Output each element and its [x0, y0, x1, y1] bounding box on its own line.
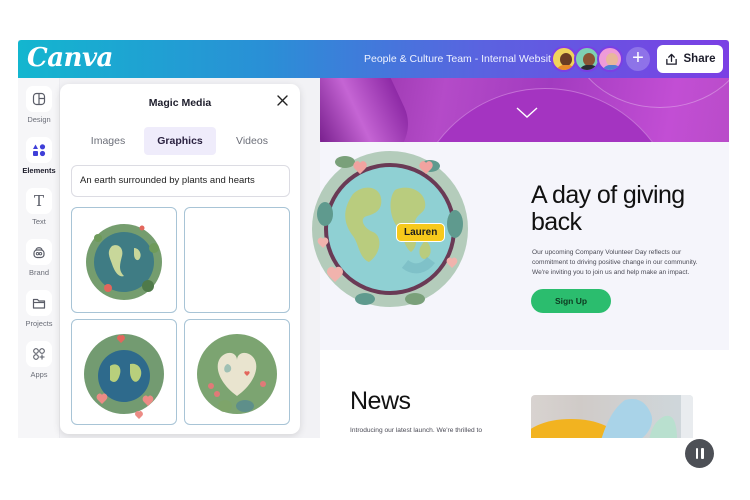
news-section: News Introducing our latest launch. We'r… [320, 350, 729, 438]
tab-graphics[interactable]: Graphics [144, 127, 216, 155]
canva-logo[interactable]: Canva [27, 43, 113, 73]
sidebar-item-apps[interactable]: Apps [18, 341, 60, 379]
tab-images[interactable]: Images [72, 127, 144, 155]
sidebar-item-brand[interactable]: Brand [18, 239, 60, 277]
avatar[interactable] [597, 46, 623, 72]
share-label: Share [683, 53, 716, 65]
share-button[interactable]: Share [657, 45, 723, 73]
close-panel-button[interactable] [273, 93, 291, 111]
panel-title: Magic Media [148, 97, 212, 109]
result-heart-earth[interactable] [184, 319, 290, 425]
earth-hearts-graphic-icon [84, 334, 164, 419]
pause-icon-bar [701, 448, 704, 459]
layout-icon [26, 86, 52, 112]
text-icon: T [26, 188, 52, 214]
news-image[interactable] [531, 395, 693, 438]
news-photo-icon [531, 395, 693, 438]
globe-graphic[interactable]: Lauren [305, 144, 475, 314]
sidebar-item-label: Brand [28, 268, 49, 277]
sidebar-item-projects[interactable]: Projects [18, 290, 60, 328]
heart-earth-graphic-icon [197, 334, 277, 414]
earth-illustration-icon [312, 151, 468, 307]
avatar-body [602, 65, 621, 70]
apps-icon [26, 341, 52, 367]
news-title[interactable]: News [350, 387, 411, 416]
top-bar: Canva People & Culture Team - Internal W… [18, 40, 729, 78]
document-title[interactable]: People & Culture Team - Internal Website [364, 53, 557, 65]
body-copy[interactable]: Our upcoming Company Volunteer Day refle… [532, 248, 712, 278]
chevron-down-icon[interactable] [515, 106, 539, 120]
close-icon [276, 95, 288, 106]
prompt-input[interactable]: An earth surrounded by plants and hearts [71, 165, 290, 197]
share-icon [665, 53, 677, 65]
sidebar-item-label: Projects [25, 319, 53, 328]
generated-results-grid [71, 207, 290, 425]
sidebar-item-label: Apps [30, 370, 48, 379]
sidebar-item-label: Design [27, 115, 51, 124]
result-empty[interactable] [184, 207, 290, 313]
sidebar-item-text[interactable]: T Text [18, 188, 60, 226]
avatar-body [579, 65, 598, 70]
result-earth-plants[interactable] [71, 207, 177, 313]
sidebar-item-elements[interactable]: Elements [18, 137, 60, 175]
tab-videos[interactable]: Videos [216, 127, 288, 155]
collaborator-cursor-tag: Lauren [396, 223, 446, 242]
hero-section: Lauren A day of giving back Our upcoming… [312, 142, 729, 350]
headline[interactable]: A day of giving back [531, 182, 711, 236]
sidebar: Design Elements T Text Brand Projects Ap… [18, 78, 60, 438]
add-collaborator-button[interactable]: + [626, 47, 650, 71]
hero-banner[interactable] [320, 78, 729, 142]
design-canvas[interactable]: Lauren A day of giving back Our upcoming… [312, 78, 729, 438]
pause-button[interactable] [685, 439, 714, 468]
news-copy[interactable]: Introducing our latest launch. We're thr… [350, 427, 482, 434]
sidebar-item-design[interactable]: Design [18, 86, 60, 124]
brand-icon [26, 239, 52, 265]
avatar-body [556, 65, 575, 70]
result-earth-hearts[interactable] [71, 319, 177, 425]
canva-editor: Canva People & Culture Team - Internal W… [18, 40, 729, 438]
folder-icon [26, 290, 52, 316]
sidebar-item-label: Text [32, 217, 46, 226]
collaborator-avatars: + [551, 46, 650, 72]
magic-media-panel: Magic Media Images Graphics Videos An ea… [60, 84, 300, 434]
sidebar-item-label: Elements [22, 166, 56, 175]
sign-up-button[interactable]: Sign Up [531, 289, 611, 313]
media-type-tabs: Images Graphics Videos [72, 127, 288, 155]
hero-shape [320, 78, 422, 142]
earth-graphic-icon [86, 224, 162, 300]
shapes-icon [26, 137, 52, 163]
pause-icon-bar [695, 448, 698, 459]
